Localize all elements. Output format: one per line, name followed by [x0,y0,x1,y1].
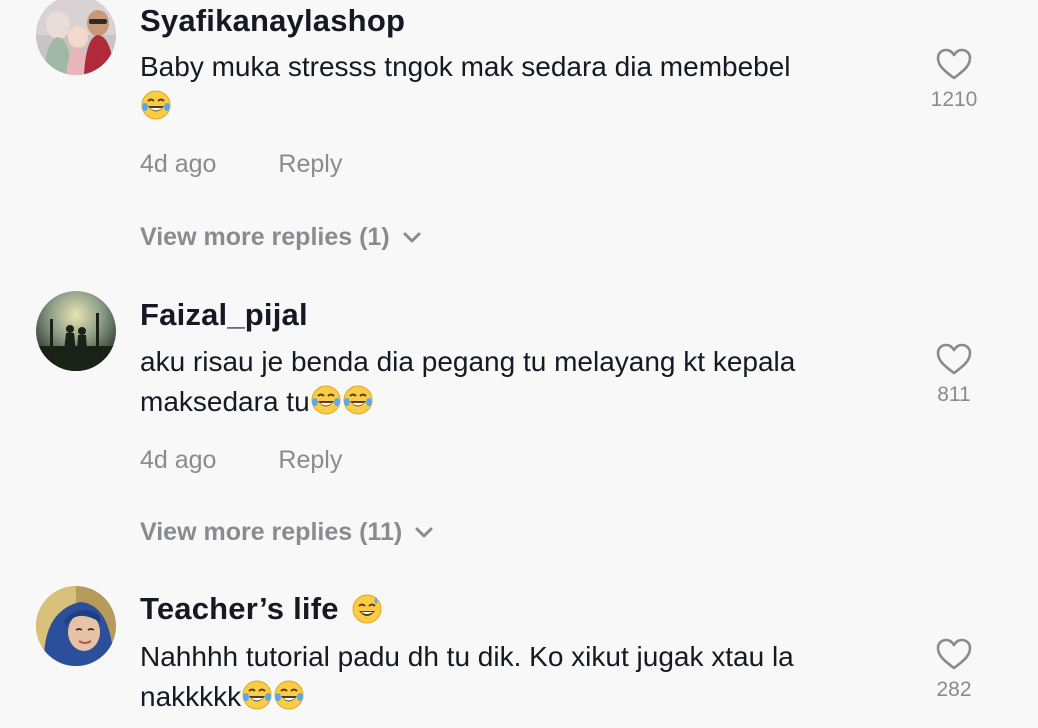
comment-text: Nahhhh tutorial padu dh tu dik. Ko xikut… [140,637,900,717]
view-more-replies-button[interactable]: View more replies (11) [140,518,434,547]
chevron-down-icon [402,232,422,244]
like-count: 1210 [930,88,978,111]
username[interactable]: Teacher’s life [140,591,383,627]
face-with-tears-of-joy-icon [342,384,374,416]
view-more-replies-label: View more replies (11) [140,518,403,546]
like-control: 282 [916,636,992,702]
timestamp: 4d ago [140,446,217,474]
reply-button[interactable]: Reply [278,150,342,178]
avatar[interactable] [36,291,116,371]
like-count: 282 [936,678,972,701]
grinning-face-with-sweat-icon [351,593,383,625]
heart-outline-icon[interactable] [935,46,973,82]
avatar[interactable] [36,586,116,666]
hijab-woman-avatar-icon [36,586,116,666]
comment-text: Baby muka stresss tngok mak sedara dia m… [140,47,900,127]
view-more-replies-label: View more replies (1) [140,223,390,251]
comment-text-body: aku risau je benda dia pegang tu melayan… [140,346,796,417]
comment-meta: 4d ago Reply [140,446,342,475]
face-with-tears-of-joy-icon [310,384,342,416]
silhouette-sunset-avatar-icon [36,291,116,371]
chevron-down-icon [414,527,434,539]
like-control: 1210 [916,46,992,112]
comment-text-body: Baby muka stresss tngok mak sedara dia m… [140,51,791,82]
heart-outline-icon[interactable] [935,636,973,672]
reply-button[interactable]: Reply [278,446,342,474]
like-control: 811 [916,341,992,407]
comment-meta: 4d ago Reply [140,150,342,179]
username-label: Faizal_pijal [140,297,308,332]
username[interactable]: Syafikanaylashop [140,3,405,39]
username-label: Syafikanaylashop [140,3,406,38]
heart-outline-icon[interactable] [935,341,973,377]
face-with-tears-of-joy-icon [241,679,273,711]
comment-text: aku risau je benda dia pegang tu melayan… [140,342,900,422]
comment-text-body: Nahhhh tutorial padu dh tu dik. Ko xikut… [140,641,794,712]
username-label: Teacher’s life [140,591,339,626]
like-count: 811 [937,383,971,406]
face-with-tears-of-joy-icon [140,89,172,121]
family-photo-avatar-icon [36,0,116,75]
view-more-replies-button[interactable]: View more replies (1) [140,223,422,252]
username[interactable]: Faizal_pijal [140,297,308,333]
avatar[interactable] [36,0,116,75]
timestamp: 4d ago [140,150,217,178]
face-with-tears-of-joy-icon [273,679,305,711]
